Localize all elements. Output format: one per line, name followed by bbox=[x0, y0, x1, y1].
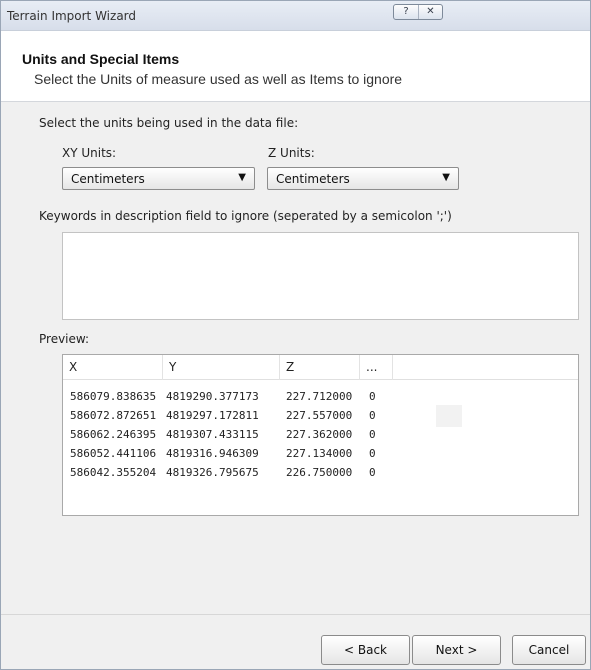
next-button[interactable]: Next > bbox=[412, 635, 501, 665]
table-row[interactable]: 586042.355204 4819326.795675 226.750000 … bbox=[63, 466, 493, 483]
table-cell-x: 586079.838635 bbox=[70, 390, 157, 403]
table-cell-x: 586042.355204 bbox=[70, 466, 157, 479]
table-cell-more: 0 bbox=[369, 409, 376, 422]
close-icon[interactable]: ✕ bbox=[418, 5, 442, 19]
z-units-dropdown[interactable]: Centimeters ▼ bbox=[267, 167, 459, 190]
preview-empty-cell bbox=[436, 405, 462, 427]
wizard-step-subtitle: Select the Units of measure used as well… bbox=[34, 71, 403, 87]
z-units-value: Centimeters bbox=[276, 172, 350, 186]
wizard-footer: < Back Next > Cancel bbox=[1, 615, 590, 669]
column-header-more[interactable]: ... bbox=[360, 355, 393, 380]
window-title: Terrain Import Wizard bbox=[7, 9, 137, 23]
back-button[interactable]: < Back bbox=[321, 635, 410, 665]
table-cell-z: 227.362000 bbox=[286, 428, 353, 441]
title-bar: Terrain Import Wizard ? ✕ bbox=[1, 1, 590, 31]
table-cell-more: 0 bbox=[369, 447, 376, 460]
table-cell-x: 586062.246395 bbox=[70, 428, 157, 441]
table-cell-y: 4819297.172811 bbox=[166, 409, 259, 422]
preview-table[interactable]: X Y Z ... 586079.838635 4819290.377173 2… bbox=[62, 354, 579, 516]
table-cell-z: 226.750000 bbox=[286, 466, 353, 479]
keywords-input[interactable] bbox=[62, 232, 579, 320]
chevron-down-icon: ▼ bbox=[442, 172, 450, 183]
table-row[interactable]: 586062.246395 4819307.433115 227.362000 … bbox=[63, 428, 493, 445]
keywords-label: Keywords in description field to ignore … bbox=[39, 209, 452, 223]
table-cell-y: 4819290.377173 bbox=[166, 390, 259, 403]
xy-units-label: XY Units: bbox=[62, 146, 117, 160]
help-icon[interactable]: ? bbox=[394, 5, 418, 19]
units-section-label: Select the units being used in the data … bbox=[39, 116, 299, 130]
table-cell-x: 586052.441106 bbox=[70, 447, 157, 460]
table-cell-y: 4819316.946309 bbox=[166, 447, 259, 460]
table-row[interactable]: 586072.872651 4819297.172811 227.557000 … bbox=[63, 409, 493, 426]
table-row[interactable]: 586079.838635 4819290.377173 227.712000 … bbox=[63, 390, 493, 407]
table-cell-more: 0 bbox=[369, 390, 376, 403]
xy-units-dropdown[interactable]: Centimeters ▼ bbox=[62, 167, 255, 190]
table-cell-z: 227.134000 bbox=[286, 447, 353, 460]
preview-label: Preview: bbox=[39, 332, 90, 346]
table-cell-more: 0 bbox=[369, 428, 376, 441]
terrain-import-wizard-window: Terrain Import Wizard ? ✕ Units and Spec… bbox=[0, 0, 591, 670]
column-header-x[interactable]: X bbox=[63, 355, 163, 380]
cancel-button[interactable]: Cancel bbox=[512, 635, 586, 665]
table-row[interactable]: 586052.441106 4819316.946309 227.134000 … bbox=[63, 447, 493, 464]
table-cell-y: 4819326.795675 bbox=[166, 466, 259, 479]
chevron-down-icon: ▼ bbox=[238, 172, 246, 183]
table-cell-more: 0 bbox=[369, 466, 376, 479]
column-header-z[interactable]: Z bbox=[280, 355, 360, 380]
table-cell-z: 227.557000 bbox=[286, 409, 353, 422]
wizard-step-title: Units and Special Items bbox=[22, 51, 180, 67]
table-cell-x: 586072.872651 bbox=[70, 409, 157, 422]
table-cell-z: 227.712000 bbox=[286, 390, 353, 403]
column-header-y[interactable]: Y bbox=[163, 355, 280, 380]
z-units-label: Z Units: bbox=[268, 146, 315, 160]
preview-table-header: X Y Z ... bbox=[63, 355, 578, 380]
title-controls: ? ✕ bbox=[393, 4, 443, 20]
wizard-header-panel: Units and Special Items Select the Units… bbox=[1, 31, 590, 102]
table-cell-y: 4819307.433115 bbox=[166, 428, 259, 441]
xy-units-value: Centimeters bbox=[71, 172, 145, 186]
